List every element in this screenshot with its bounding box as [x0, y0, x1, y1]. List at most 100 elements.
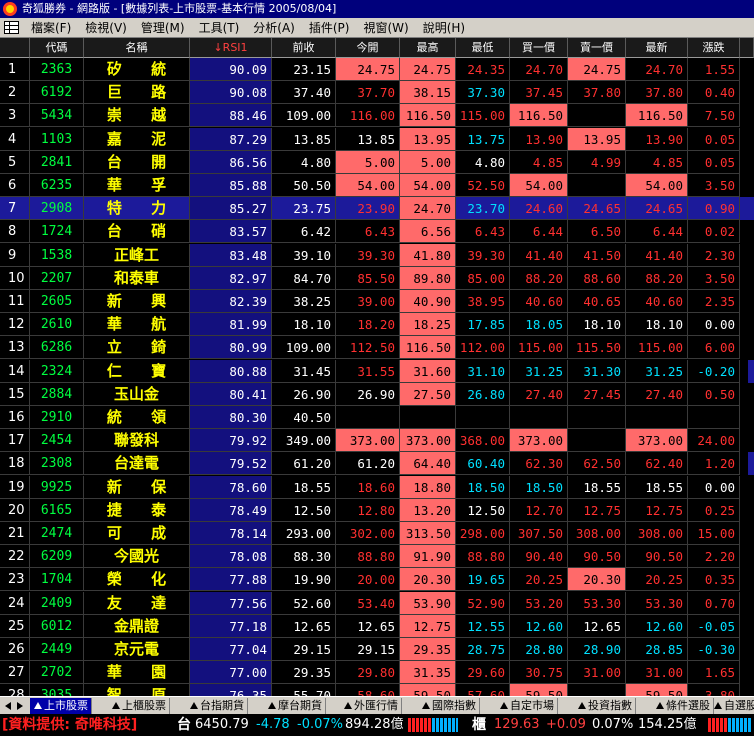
row-index: 4 [0, 127, 30, 151]
column-header[interactable]: 最低 [456, 38, 510, 58]
table-row[interactable]: 4 1103 嘉 泥 87.29 13.85 13.85 13.95 13.75 13.90 13… [0, 127, 754, 151]
table-row[interactable]: 12 2610 華 航 81.99 18.10 18.20 18.25 17.85 18.05 1… [0, 313, 754, 337]
menu-item[interactable]: 插件(P) [302, 18, 357, 38]
menu-item[interactable]: 檢視(V) [78, 18, 134, 38]
ask-price: 41.50 [568, 243, 626, 267]
bid-price: 13.90 [510, 127, 568, 151]
stock-name: 矽 統 [84, 58, 190, 81]
open-price: 39.30 [336, 243, 400, 267]
last-price: 31.25 [626, 359, 688, 383]
ask-price [568, 429, 626, 453]
low-price: 12.50 [456, 498, 510, 522]
menu-item[interactable]: 管理(M) [134, 18, 192, 38]
table-row[interactable]: 10 2207 和泰車 82.97 84.70 85.50 89.80 85.00 88.20 8… [0, 266, 754, 290]
table-row[interactable]: 14 2324 仁 寶 80.88 31.45 31.55 31.60 31.10 31.25 3… [0, 359, 754, 383]
column-header[interactable]: 買一價 [510, 38, 568, 58]
low-price: 39.30 [456, 243, 510, 267]
table-row[interactable]: 19 9925 新 保 78.60 18.55 18.60 18.80 18.50 18.50 1… [0, 475, 754, 499]
stock-name: 可 成 [84, 522, 190, 545]
prev-close: 6.42 [272, 220, 336, 244]
table-row[interactable]: 5 2841 台 開 86.56 4.80 5.00 5.00 4.80 4.85 4.99 4.8… [0, 150, 754, 174]
table-row[interactable]: 23 1704 榮 化 77.88 19.90 20.00 20.30 19.65 20.25 2… [0, 568, 754, 592]
low-price: 88.80 [456, 545, 510, 569]
table-row[interactable]: 11 2605 新 興 82.39 38.25 39.00 40.90 38.95 40.60 4… [0, 290, 754, 313]
data-list-icon[interactable] [4, 21, 19, 34]
table-row[interactable]: 24 2409 友 達 77.56 52.60 53.40 53.90 52.90 53.20 5… [0, 591, 754, 615]
table-row[interactable]: 9 1538 正峰工 83.48 39.10 39.30 41.80 39.30 41.40 41… [0, 243, 754, 267]
high-price: 41.80 [400, 243, 456, 267]
bid-price: 4.85 [510, 150, 568, 174]
column-header[interactable]: 賣一價 [568, 38, 626, 58]
open-price: 29.80 [336, 661, 400, 685]
market-tab[interactable]: 條件選股 [652, 698, 714, 714]
market-tab[interactable]: 自選股 [710, 698, 754, 714]
menu-item[interactable]: 工具(T) [192, 18, 247, 38]
market-tab[interactable]: 外匯行情 [340, 698, 402, 714]
column-header[interactable]: 代碼 [30, 38, 84, 58]
header-index[interactable] [0, 38, 30, 58]
market-tab[interactable]: 國際指數 [418, 698, 480, 714]
bid-price: 307.50 [510, 522, 568, 545]
table-row[interactable]: 2 6192 巨 路 90.08 37.40 37.70 38.15 37.30 37.45 37… [0, 81, 754, 105]
column-header[interactable]: 名稱 [84, 38, 190, 58]
table-row[interactable]: 3 5434 崇 越 88.46 109.00 116.00 116.50 115.00 116… [0, 104, 754, 128]
window-title: 奇狐勝券 - 網路版 - [數據列表-上市股票-基本行情 2005/08/04] [22, 2, 337, 15]
market-tab[interactable]: 投資指數 [574, 698, 636, 714]
data-source: [資料提供: 奇唯科技] [2, 717, 138, 733]
ask-price: 12.75 [568, 498, 626, 522]
table-row[interactable]: 13 6286 立 錡 80.99 109.00 112.50 116.50 112.00 11… [0, 336, 754, 360]
table-row[interactable]: 27 2702 華 園 77.00 29.35 29.80 31.35 29.60 30.75 3… [0, 661, 754, 685]
column-header[interactable]: 今開 [336, 38, 400, 58]
stock-code: 2308 [30, 452, 84, 476]
menu-item[interactable]: 分析(A) [246, 18, 302, 38]
high-price: 373.00 [400, 429, 456, 453]
stock-code: 6012 [30, 614, 84, 638]
column-header[interactable]: 最高 [400, 38, 456, 58]
open-price: 23.90 [336, 197, 400, 221]
rsi1-value: 90.08 [190, 81, 272, 105]
ask-price: 24.75 [568, 58, 626, 81]
high-price: 89.80 [400, 266, 456, 290]
table-row[interactable]: 6 6235 華 孚 85.88 50.50 54.00 54.00 52.50 54.00 54… [0, 174, 754, 197]
market-tab[interactable]: 上市股票 [30, 698, 92, 714]
low-price: 60.40 [456, 452, 510, 476]
table-row[interactable]: 22 6209 今國光 78.08 88.30 88.80 91.90 88.80 90.40 9… [0, 545, 754, 569]
row-marker [748, 197, 754, 221]
table-row[interactable]: 7 2908 特 力 85.27 23.75 23.90 24.70 23.70 24.60 24… [0, 197, 754, 221]
table-row[interactable]: 16 2910 統 領 80.30 40.50 [0, 406, 754, 429]
market-tab[interactable]: 上櫃股票 [108, 698, 170, 714]
rsi1-value: 77.18 [190, 614, 272, 638]
table-row[interactable]: 21 2474 可 成 78.14 293.00 302.00 313.50 298.00 30… [0, 522, 754, 545]
menu-item[interactable]: 檔案(F) [24, 18, 78, 38]
open-price: 53.40 [336, 591, 400, 615]
tab-scroll-left-icon[interactable] [2, 698, 14, 714]
table-row[interactable]: 25 6012 金鼎證 77.18 12.65 12.65 12.75 12.55 12.60 1… [0, 614, 754, 638]
column-header[interactable]: 最新 [626, 38, 688, 58]
rsi1-value: 80.41 [190, 382, 272, 406]
market-tab[interactable]: 台指期貨 [186, 698, 248, 714]
ask-price: 6.50 [568, 220, 626, 244]
table-row[interactable]: 8 1724 台 硝 83.57 6.42 6.43 6.56 6.43 6.44 6.50 6.4… [0, 220, 754, 244]
market-tab[interactable]: 自定市場 [496, 698, 558, 714]
table-row[interactable]: 1 2363 矽 統 90.09 23.15 24.75 24.75 24.35 24.70 24… [0, 58, 754, 81]
high-price: 116.50 [400, 336, 456, 360]
ask-price: 4.99 [568, 150, 626, 174]
table-row[interactable]: 26 2449 京元電 77.04 29.15 29.15 29.35 28.75 28.80 2… [0, 638, 754, 661]
row-index: 27 [0, 661, 30, 685]
open-price: 5.00 [336, 150, 400, 174]
table-row[interactable]: 17 2454 聯發科 79.92 349.00 373.00 373.00 368.00 37… [0, 429, 754, 453]
ask-price [568, 406, 626, 429]
table-row[interactable]: 18 2308 台達電 79.52 61.20 61.20 64.40 60.40 62.30 6… [0, 452, 754, 476]
market-tab[interactable]: 摩台期貨 [264, 698, 326, 714]
high-price: 12.75 [400, 614, 456, 638]
table-row[interactable]: 15 2884 玉山金 80.41 26.90 26.90 27.50 26.80 27.40 2… [0, 382, 754, 406]
menu-item[interactable]: 說明(H) [416, 18, 472, 38]
bid-price: 90.40 [510, 545, 568, 569]
column-header[interactable]: ↓RSI1 [190, 38, 272, 58]
menu-item[interactable]: 視窗(W) [356, 18, 415, 38]
tab-scroll-right-icon[interactable] [14, 698, 26, 714]
column-header[interactable]: 漲跌 [688, 38, 740, 58]
menu-bar: 檔案(F) 檢視(V) 管理(M) 工具(T) 分析(A) 插件(P) 視窗(W) 說明(H) [0, 18, 754, 38]
table-row[interactable]: 20 6165 捷 泰 78.49 12.50 12.80 13.20 12.50 12.70 1… [0, 498, 754, 522]
column-header[interactable]: 前收 [272, 38, 336, 58]
